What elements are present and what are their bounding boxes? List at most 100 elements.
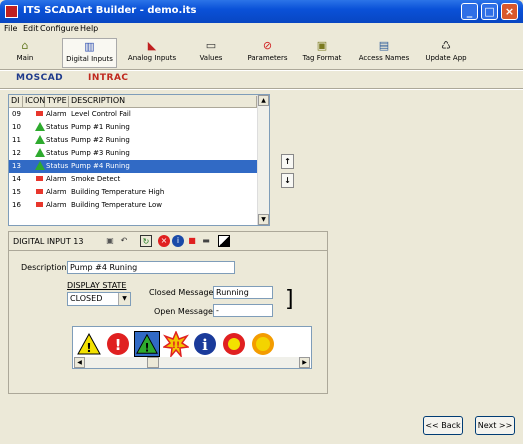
display-state-select[interactable]: CLOSED ▼ [67,292,131,306]
list-row[interactable]: 16 Alarm Building Temperature Low [9,199,257,212]
row-description: Level Control Fail [71,110,131,118]
move-up-button[interactable]: ↑ [281,154,294,169]
svg-text:i: i [202,336,208,354]
save-icon[interactable]: ▣ [104,235,116,247]
contrast-icon[interactable] [218,235,230,247]
list-row[interactable]: 09 Alarm Level Control Fail [9,108,257,121]
menu-configure[interactable]: Configure [40,24,79,33]
green-warning-icon[interactable]: ! [134,331,160,357]
access-names-button[interactable]: ▤ Access Names [356,38,412,68]
row-description: Pump #1 Runing [71,123,130,131]
icon-picker-scrollbar[interactable]: ◀ ▶ [74,357,310,368]
svg-text:!: ! [86,341,91,355]
menu-edit[interactable]: Edit [23,24,39,33]
col-icon[interactable]: ICON [23,96,45,107]
access-names-icon: ▤ [378,39,390,52]
open-message-input[interactable]: - [213,304,273,317]
col-description[interactable]: DESCRIPTION [69,96,257,107]
orange-sun-icon[interactable] [250,331,276,357]
icon-picker[interactable]: ! ! ! !! i ◀ ▶ [72,326,312,369]
chevron-down-icon[interactable]: ▼ [118,293,130,305]
row-type: Status [46,149,69,157]
list-row[interactable]: 12 Status Pump #3 Runing [9,147,257,160]
menu-file[interactable]: File [4,24,17,33]
move-down-button[interactable]: ↓ [281,173,294,188]
row-type: Status [46,136,69,144]
digital-inputs-icon: ▥ [84,40,95,53]
explosion-icon[interactable]: !! [163,331,189,357]
row-type: Alarm [46,175,67,183]
row-di: 09 [12,110,21,118]
digital-inputs-button[interactable]: ▥ Digital Inputs [62,38,117,68]
analog-inputs-button[interactable]: ◣ Analog Inputs [122,38,182,68]
maximize-button[interactable]: □ [481,3,498,20]
list-row[interactable]: 11 Status Pump #2 Runing [9,134,257,147]
digital-input-list[interactable]: DI ICON TYPE DESCRIPTION 09 Alarm Level … [8,94,270,226]
red-sun-icon[interactable] [221,331,247,357]
info-icon[interactable]: i [192,331,218,357]
row-description: Pump #2 Runing [71,136,130,144]
yellow-warning-icon[interactable]: ! [76,331,102,357]
refresh-icon[interactable]: ↻ [140,235,152,247]
list-row[interactable]: 10 Status Pump #1 Runing [9,121,257,134]
list-row[interactable]: 15 Alarm Building Temperature High [9,186,257,199]
intrac-tab[interactable]: INTRAC [88,73,129,86]
closed-message-input[interactable]: Running [213,286,273,299]
parameters-button[interactable]: ⊘ Parameters [245,38,290,68]
row-description: Building Temperature High [71,188,165,196]
digital-input-detail-panel: DIGITAL INPUT 13 ▣ ↶ ↻ × i ■ ▬ Descripti… [8,231,328,394]
menu-bar: File Edit Configure Help [0,23,523,36]
scroll-up-icon[interactable]: ▲ [258,95,269,106]
col-di[interactable]: DI [9,96,23,107]
row-description: Building Temperature Low [71,201,162,209]
detail-title: DIGITAL INPUT 13 [13,237,84,246]
list-scrollbar[interactable]: ▲ ▼ [257,95,269,225]
list-row-selected[interactable]: 13 Status Pump #4 Runing [9,160,257,173]
display-state-label: DISPLAY STATE [67,281,127,290]
update-app-icon: ♺ [441,39,451,52]
minimize-button[interactable]: _ [461,3,478,20]
row-di: 15 [12,188,21,196]
red-square-icon[interactable]: ■ [186,235,198,247]
menu-help[interactable]: Help [80,24,98,33]
values-button[interactable]: ▭ Values [193,38,229,68]
error-icon[interactable]: × [158,235,170,247]
close-button[interactable]: × [501,3,518,20]
list-row[interactable]: 14 Alarm Smoke Detect [9,173,257,186]
scroll-left-icon[interactable]: ◀ [74,357,85,368]
open-message-label: Open Message: [154,307,216,316]
alarm-icon [36,111,43,116]
row-description: Smoke Detect [71,175,121,183]
detail-header: DIGITAL INPUT 13 ▣ ↶ ↻ × i ■ ▬ [9,232,327,251]
parameters-icon: ⊘ [262,39,273,52]
undo-icon[interactable]: ↶ [118,235,130,247]
scroll-thumb[interactable] [147,357,159,368]
scroll-down-icon[interactable]: ▼ [258,214,269,225]
closed-message-label: Closed Message: [149,288,217,297]
description-input[interactable]: Pump #4 Runing [67,261,235,274]
red-alert-icon[interactable]: ! [105,331,131,357]
tag-format-icon: ▣ [316,39,328,52]
description-label: Description: [21,263,70,272]
moscad-tab[interactable]: MOSCAD [16,73,63,86]
row-di: 13 [12,162,21,170]
status-warning-icon [35,148,45,157]
col-type[interactable]: TYPE [45,96,69,107]
toolbar: ⌂ Main ▥ Digital Inputs ◣ Analog Inputs … [0,36,523,69]
svg-text:!!: !! [172,341,180,351]
next-button[interactable]: Next >> [475,416,515,435]
update-app-button[interactable]: ♺ Update App [421,38,471,68]
tag-format-button[interactable]: ▣ Tag Format [300,38,344,68]
list-header: DI ICON TYPE DESCRIPTION [9,95,257,108]
info-icon[interactable]: i [172,235,184,247]
main-button[interactable]: ⌂ Main [10,38,40,68]
row-type: Alarm [46,188,67,196]
status-warning-icon [35,135,45,144]
display-icon[interactable]: ▬ [200,235,212,247]
scroll-right-icon[interactable]: ▶ [299,357,310,368]
back-button[interactable]: << Back [423,416,463,435]
main-button-label: Main [16,54,34,62]
row-di: 14 [12,175,21,183]
display-state-value: CLOSED [70,294,103,303]
svg-text:!: ! [115,336,122,354]
